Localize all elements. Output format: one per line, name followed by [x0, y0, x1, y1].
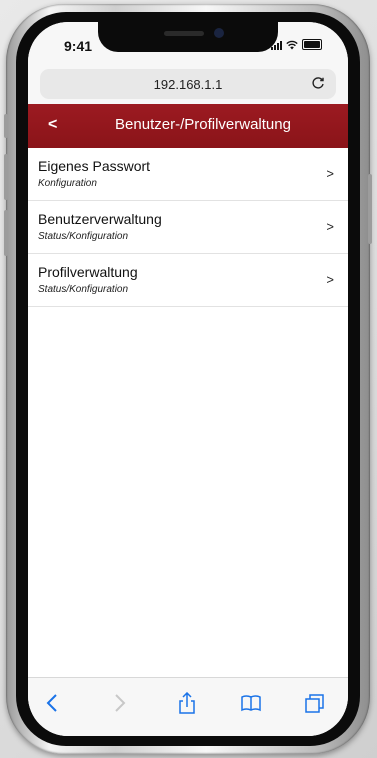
- app-header: < Benutzer-/Profilverwaltung: [28, 104, 348, 148]
- reload-icon[interactable]: [310, 75, 326, 91]
- status-icons: [271, 39, 322, 50]
- share-icon[interactable]: [176, 692, 198, 714]
- status-bar: 9:41: [28, 22, 348, 66]
- cellular-signal-icon: [271, 40, 282, 50]
- status-time: 9:41: [64, 38, 93, 54]
- menu-item-title: Benutzerverwaltung: [38, 211, 162, 227]
- forward-icon[interactable]: [108, 692, 130, 714]
- back-icon[interactable]: [42, 692, 64, 714]
- volume-down-button: [4, 210, 8, 256]
- menu-item-title: Profilverwaltung: [38, 264, 138, 280]
- url-text[interactable]: 192.168.1.1: [40, 77, 336, 92]
- screen: 9:41 192.168.1.1 < Benutzer-/Profilverwa…: [28, 22, 348, 736]
- front-camera: [214, 28, 224, 38]
- phone-frame: 9:41 192.168.1.1 < Benutzer-/Profilverwa…: [4, 4, 372, 754]
- volume-up-button: [4, 154, 8, 200]
- menu-item-subtitle: Status/Konfiguration: [38, 231, 129, 242]
- browser-toolbar: [28, 677, 348, 736]
- page-title: Benutzer-/Profilverwaltung: [115, 116, 291, 133]
- menu-item-profilverwaltung[interactable]: Profilverwaltung Status/Konfiguration >: [28, 254, 348, 307]
- bookmarks-icon[interactable]: [240, 692, 262, 714]
- menu-list: Eigenes Passwort Konfiguration > Benutze…: [28, 148, 348, 307]
- back-button[interactable]: <: [48, 116, 57, 134]
- power-button: [368, 174, 372, 244]
- chevron-right-icon: >: [326, 272, 334, 287]
- menu-item-eigenes-passwort[interactable]: Eigenes Passwort Konfiguration >: [28, 148, 348, 201]
- menu-item-subtitle: Status/Konfiguration: [38, 284, 129, 295]
- chevron-right-icon: >: [326, 219, 334, 234]
- address-bar[interactable]: 192.168.1.1: [40, 69, 336, 99]
- menu-item-title: Eigenes Passwort: [38, 158, 151, 174]
- battery-icon: [302, 39, 322, 50]
- tabs-icon[interactable]: [304, 692, 326, 714]
- notch: [98, 22, 278, 52]
- chevron-right-icon: >: [326, 166, 334, 181]
- speaker-grille: [164, 31, 204, 36]
- menu-item-subtitle: Konfiguration: [38, 178, 97, 189]
- menu-item-benutzerverwaltung[interactable]: Benutzerverwaltung Status/Konfiguration …: [28, 201, 348, 254]
- mute-switch: [4, 114, 8, 138]
- wifi-icon: [286, 40, 298, 50]
- browser-address-area: 192.168.1.1: [28, 66, 348, 104]
